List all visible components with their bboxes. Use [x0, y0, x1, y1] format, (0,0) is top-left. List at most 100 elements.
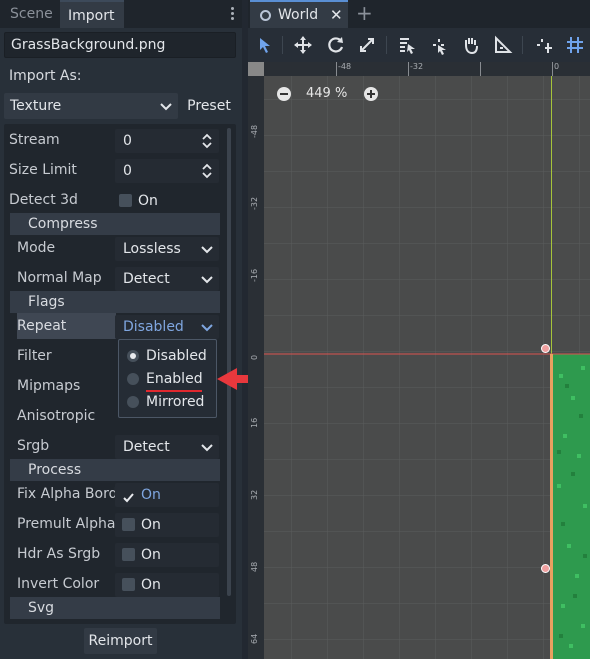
checkbox-box[interactable] — [122, 578, 135, 591]
normal-map-select[interactable]: Detect — [115, 267, 219, 291]
invert-color-checkbox[interactable]: On — [115, 573, 219, 597]
ruler-label: 64 — [250, 633, 259, 644]
option-label: Mirrored — [146, 394, 205, 410]
checkbox-label: On — [141, 517, 161, 533]
stream-spinbox[interactable]: 0 — [115, 129, 219, 153]
checkmark-icon[interactable] — [122, 488, 135, 503]
property-mode: Mode Lossless — [4, 235, 224, 261]
close-icon[interactable]: ✕ — [330, 2, 343, 28]
spinner-arrows-icon[interactable] — [202, 163, 212, 179]
import-type-select[interactable]: Texture — [4, 93, 178, 119]
select-value: Disabled — [123, 319, 184, 335]
checkbox-box[interactable] — [122, 548, 135, 561]
rotate-tool-icon[interactable] — [325, 34, 347, 56]
dock-menu-icon[interactable] — [228, 6, 236, 22]
tab-world-label: World — [278, 7, 319, 23]
option-mirrored[interactable]: Mirrored — [125, 391, 215, 413]
fix-alpha-border-checkbox[interactable]: On — [115, 483, 219, 507]
toolbar-separator — [282, 36, 283, 54]
section-compress[interactable]: Compress — [10, 213, 220, 235]
ruler-label: -32 — [250, 196, 259, 210]
origin-handle[interactable] — [541, 344, 550, 353]
tab-scene[interactable]: Scene — [2, 0, 61, 28]
move-tool-icon[interactable] — [292, 34, 314, 56]
property-label: Repeat — [17, 318, 67, 334]
property-repeat: Repeat Disabled — [4, 313, 224, 339]
smart-snap-icon[interactable] — [533, 34, 555, 56]
zoom-level[interactable]: 449 % — [306, 86, 347, 101]
property-invert-color: Invert Color On — [4, 571, 224, 597]
add-tab-icon[interactable]: + — [356, 0, 373, 26]
zoom-in-button[interactable] — [364, 87, 378, 101]
zoom-out-button[interactable] — [277, 87, 291, 101]
property-label: Mode — [17, 240, 56, 256]
property-label: Anisotropic — [17, 408, 96, 424]
srgb-select[interactable]: Detect — [115, 435, 219, 459]
radio-icon — [127, 373, 139, 385]
pivot-tool-icon[interactable] — [428, 34, 450, 56]
toolbar-separator — [386, 36, 387, 54]
option-enabled[interactable]: Enabled — [125, 368, 215, 390]
mode-select[interactable]: Lossless — [115, 237, 219, 261]
property-label: Fix Alpha Bord — [17, 486, 115, 502]
property-label: Srgb — [17, 438, 50, 454]
property-label: Normal Map — [17, 270, 102, 286]
properties-scrollbar[interactable] — [227, 128, 231, 596]
radio-icon — [127, 396, 139, 408]
preset-button[interactable]: Preset — [182, 93, 236, 119]
grid-snap-icon[interactable] — [564, 34, 586, 56]
pan-tool-icon[interactable] — [460, 34, 482, 56]
radio-selected-icon — [127, 350, 139, 362]
ruler-tool-icon[interactable] — [492, 34, 514, 56]
toolbar-separator — [522, 36, 523, 54]
chevron-down-icon — [160, 93, 172, 128]
dock-tab-bar: Scene Import — [0, 0, 242, 28]
spinbox-value: 0 — [123, 163, 132, 179]
select-value: Detect — [123, 439, 170, 455]
select-tool-icon[interactable] — [254, 34, 276, 56]
property-hdr-as-srgb: Hdr As Srgb On — [4, 541, 224, 567]
spinner-arrows-icon[interactable] — [202, 133, 212, 149]
property-label: Premult Alpha — [17, 516, 115, 532]
tab-import[interactable]: Import — [60, 0, 124, 28]
property-label: Size Limit — [9, 162, 77, 178]
property-detect-3d: Detect 3d On — [4, 187, 224, 213]
reimport-button[interactable]: Reimport — [84, 628, 157, 654]
property-normal-map: Normal Map Detect — [4, 265, 224, 291]
import-dock: Scene Import GrassBackground.png Import … — [0, 0, 242, 659]
property-stream: Stream 0 — [4, 127, 224, 153]
ruler-label: -16 — [250, 268, 259, 282]
tab-world[interactable]: World ✕ — [250, 0, 348, 28]
detect-3d-checkbox[interactable]: On — [115, 189, 219, 213]
premult-alpha-checkbox[interactable]: On — [115, 513, 219, 537]
property-label: Detect 3d — [9, 192, 78, 208]
ruler-label: -32 — [410, 62, 424, 71]
viewport-toolbar — [248, 28, 590, 62]
canvas-axes — [264, 76, 590, 659]
resize-handle[interactable] — [541, 564, 550, 573]
size-limit-spinbox[interactable]: 0 — [115, 159, 219, 183]
checkbox-box[interactable] — [119, 194, 132, 207]
hdr-as-srgb-checkbox[interactable]: On — [115, 543, 219, 567]
ruler-label: 48 — [250, 561, 259, 572]
spinbox-value: 0 — [123, 133, 132, 149]
section-process[interactable]: Process — [10, 459, 220, 481]
ruler-corner[interactable] — [248, 62, 264, 76]
node2d-icon — [260, 10, 271, 21]
section-flags[interactable]: Flags — [10, 291, 220, 313]
list-select-icon[interactable] — [396, 34, 418, 56]
canvas-viewport[interactable]: -48 -32 0 16 -48 -32 -16 0 16 32 48 64 4… — [248, 62, 590, 659]
import-as-label: Import As: — [9, 68, 82, 84]
section-svg[interactable]: Svg — [10, 597, 220, 619]
checkbox-box[interactable] — [122, 518, 135, 531]
ruler-horizontal: -48 -32 0 16 — [264, 62, 590, 76]
repeat-options-popup: Disabled Enabled Mirrored — [118, 339, 217, 418]
scale-tool-icon[interactable] — [356, 34, 378, 56]
checkbox-label: On — [141, 577, 161, 593]
checkbox-label: On — [141, 547, 161, 563]
option-disabled[interactable]: Disabled — [125, 345, 215, 367]
select-value: Lossless — [123, 241, 181, 257]
property-srgb: Srgb Detect — [4, 433, 224, 459]
checkbox-label: On — [141, 487, 161, 503]
repeat-select[interactable]: Disabled — [115, 315, 219, 339]
